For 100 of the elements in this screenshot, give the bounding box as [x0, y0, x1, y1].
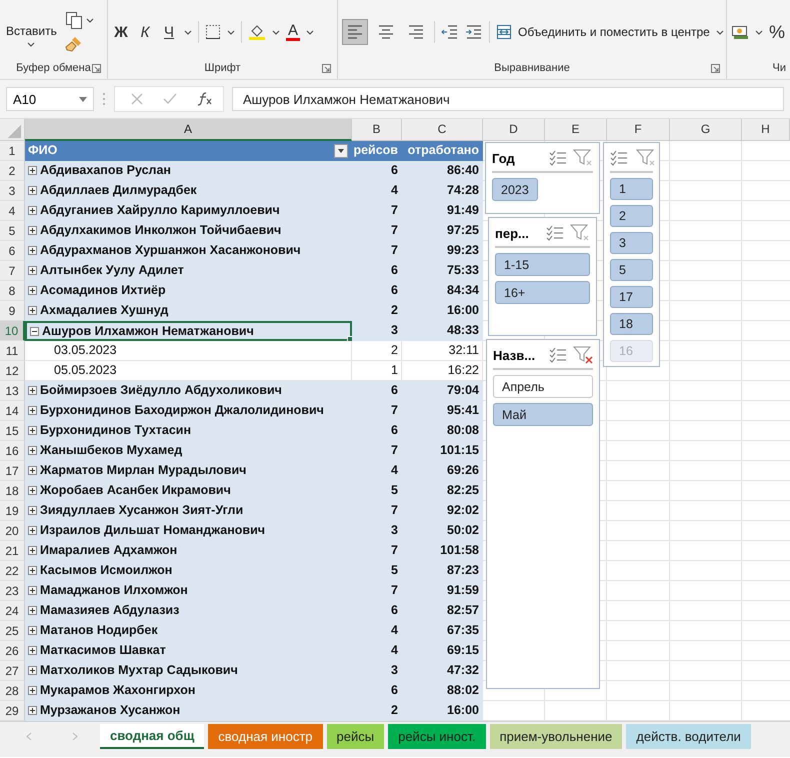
column-header[interactable]: G [670, 119, 742, 141]
expand-icon[interactable] [28, 406, 37, 415]
bold-button[interactable]: Ж [112, 24, 130, 40]
row-header[interactable]: 22 [0, 561, 25, 581]
column-header[interactable]: A [25, 119, 352, 141]
column-header[interactable]: F [607, 119, 670, 141]
expand-icon[interactable] [28, 706, 37, 715]
row-header[interactable]: 23 [0, 581, 25, 601]
expand-icon[interactable] [28, 386, 37, 395]
collapse-icon[interactable] [30, 326, 39, 336]
slicer-item[interactable]: 2 [610, 205, 653, 227]
sheet-tab[interactable]: действ. водители [626, 724, 751, 749]
row-header[interactable]: 18 [0, 481, 25, 501]
row-header[interactable]: 3 [0, 181, 25, 201]
name-box[interactable]: A10 [6, 87, 94, 111]
multi-select-icon[interactable] [546, 225, 564, 241]
expand-icon[interactable] [28, 506, 37, 515]
row-header[interactable]: 26 [0, 641, 25, 661]
row-header[interactable]: 5 [0, 221, 25, 241]
row-header[interactable]: 27 [0, 661, 25, 681]
expand-icon[interactable] [28, 186, 37, 195]
expand-icon[interactable] [28, 686, 37, 695]
slicer-item[interactable]: 16+ [495, 281, 590, 304]
row-header[interactable]: 12 [0, 361, 25, 381]
expand-icon[interactable] [28, 426, 37, 435]
column-header[interactable]: E [545, 119, 607, 141]
expand-icon[interactable] [28, 246, 37, 255]
align-left-icon[interactable] [342, 19, 368, 45]
row-header[interactable]: 2 [0, 161, 25, 181]
sheet-tab[interactable]: рейсы [326, 724, 384, 749]
expand-icon[interactable] [28, 606, 37, 615]
row-header[interactable]: 14 [0, 401, 25, 421]
font-color-button[interactable]: A [286, 23, 300, 41]
brush-icon[interactable] [64, 35, 83, 53]
column-header[interactable]: D [483, 119, 545, 141]
fill-color-icon[interactable] [248, 23, 266, 41]
row-header[interactable]: 4 [0, 201, 25, 221]
row-header[interactable]: 20 [0, 521, 25, 541]
sheet-tab[interactable]: сводная общ [100, 724, 204, 749]
increase-indent-icon[interactable] [465, 23, 483, 41]
expand-icon[interactable] [28, 466, 37, 475]
expand-icon[interactable] [28, 206, 37, 215]
slicer-item[interactable]: 3 [610, 232, 653, 254]
percent-button[interactable]: % [769, 22, 786, 42]
borders-icon[interactable] [205, 24, 221, 40]
decrease-indent-icon[interactable] [441, 23, 459, 41]
currency-icon[interactable] [731, 24, 749, 40]
expand-icon[interactable] [28, 566, 37, 575]
expand-icon[interactable] [28, 306, 37, 315]
dialog-launcher-icon[interactable] [322, 64, 331, 73]
expand-icon[interactable] [28, 166, 37, 175]
row-header[interactable]: 28 [0, 681, 25, 701]
column-header[interactable]: C [402, 119, 483, 141]
expand-icon[interactable] [28, 266, 37, 275]
paste-button[interactable]: Вставить [4, 18, 59, 46]
slicer-item[interactable]: Апрель [493, 375, 593, 398]
clear-filter-icon[interactable] [573, 149, 593, 167]
sheet-tab[interactable]: прием-увольнение [490, 724, 622, 749]
row-header[interactable]: 10 [0, 321, 25, 341]
expand-icon[interactable] [28, 446, 37, 455]
dialog-launcher-icon[interactable] [711, 64, 720, 73]
expand-icon[interactable] [28, 486, 37, 495]
expand-icon[interactable] [28, 626, 37, 635]
row-header[interactable]: 29 [0, 701, 25, 721]
multi-select-icon[interactable] [610, 150, 628, 166]
expand-icon[interactable] [28, 526, 37, 535]
expand-icon[interactable] [28, 546, 37, 555]
slicer-item[interactable]: Май [493, 403, 593, 426]
expand-icon[interactable] [28, 666, 37, 675]
italic-button[interactable]: К [136, 24, 154, 40]
check-icon[interactable] [163, 93, 177, 105]
row-header[interactable]: 8 [0, 281, 25, 301]
selected-cell[interactable]: Ашуров Илхамжон Нематжанович [25, 321, 352, 341]
row-header[interactable]: 17 [0, 461, 25, 481]
underline-button[interactable]: Ч [160, 24, 178, 40]
row-header[interactable]: 11 [0, 341, 25, 361]
slicer-item[interactable]: 1-15 [495, 253, 590, 276]
dialog-launcher-icon[interactable] [92, 64, 101, 73]
multi-select-icon[interactable] [549, 347, 567, 363]
row-header[interactable]: 7 [0, 261, 25, 281]
expand-icon[interactable] [28, 286, 37, 295]
row-header[interactable]: 9 [0, 301, 25, 321]
function-icon[interactable] [197, 92, 213, 106]
row-header[interactable]: 13 [0, 381, 25, 401]
formula-field[interactable]: Ашуров Илхамжон Нематжанович [232, 87, 784, 111]
sheet-tab[interactable]: рейсы иност. [388, 724, 486, 749]
slicer-item[interactable]: 5 [610, 259, 653, 281]
row-header[interactable]: 21 [0, 541, 25, 561]
merge-button[interactable]: Объединить и поместить в центре [496, 24, 724, 40]
copy-icon[interactable] [64, 11, 83, 29]
row-header[interactable]: 19 [0, 501, 25, 521]
row-header[interactable]: 1 [0, 141, 25, 161]
column-header[interactable]: B [352, 119, 402, 141]
expand-icon[interactable] [28, 586, 37, 595]
clear-filter-icon[interactable] [573, 346, 593, 364]
column-header[interactable]: H [742, 119, 790, 141]
row-header[interactable]: 24 [0, 601, 25, 621]
multi-select-icon[interactable] [549, 150, 567, 166]
row-header[interactable]: 6 [0, 241, 25, 261]
clear-filter-icon[interactable] [570, 224, 590, 242]
